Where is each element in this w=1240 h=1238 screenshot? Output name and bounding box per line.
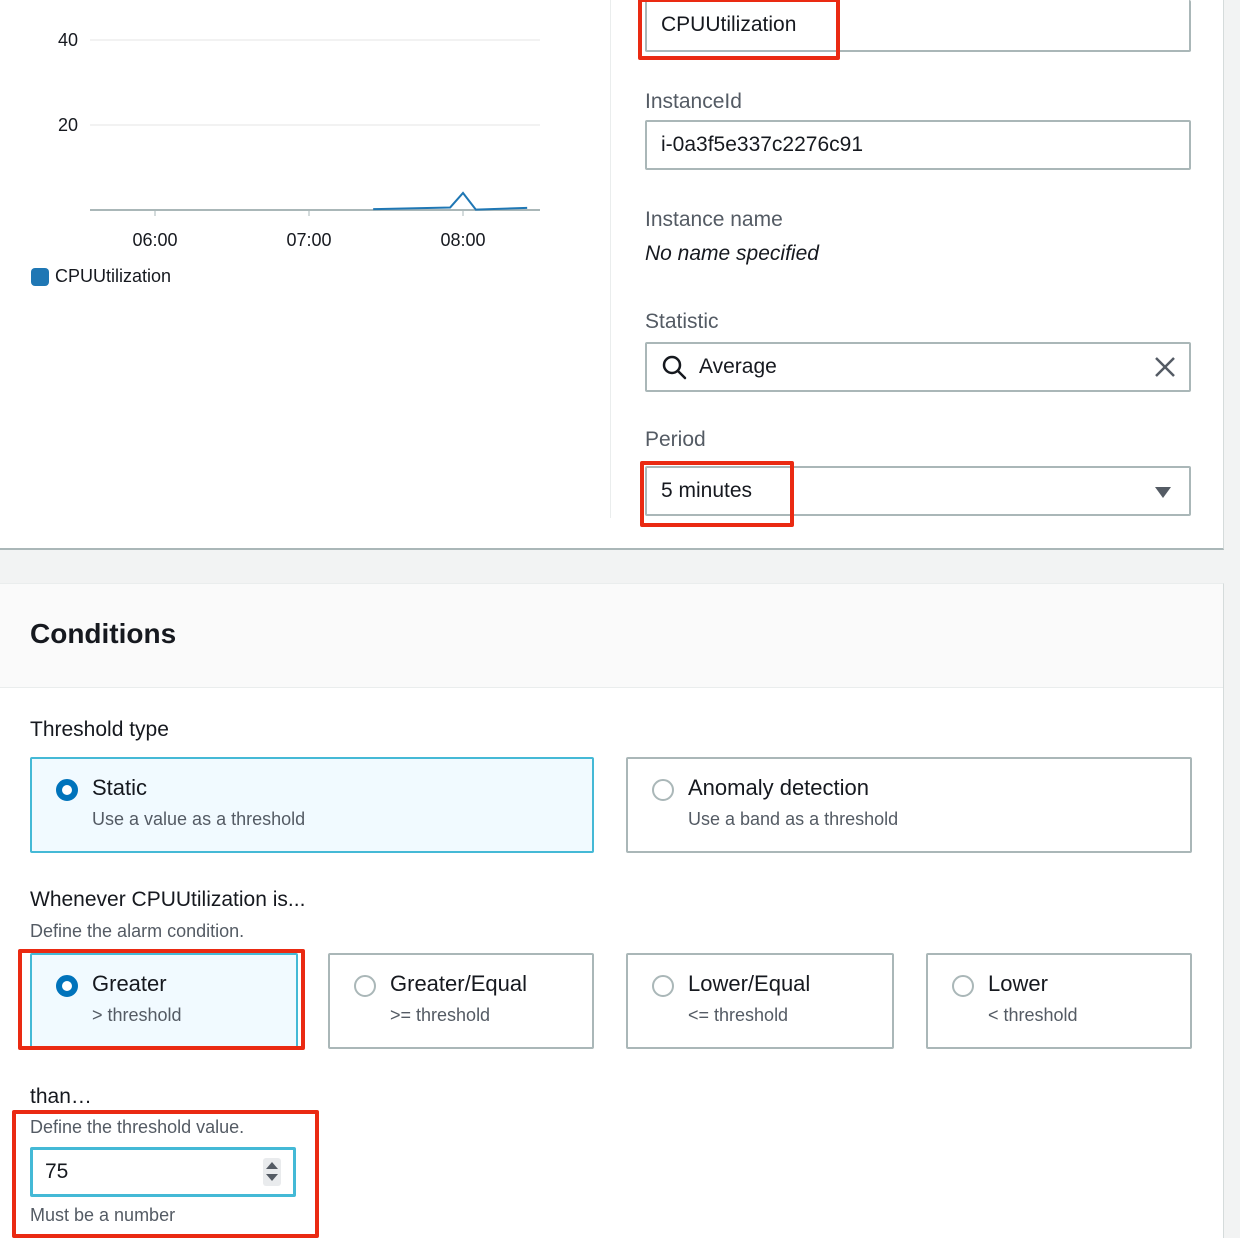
card-title: Anomaly detection [688,775,869,800]
than-label: than… [30,1085,92,1108]
radio-greater[interactable] [56,975,78,997]
operator-lower-equal[interactable]: Lower/Equal <= threshold [626,953,894,1049]
cpu-chart-svg: 20 40 06:00 07:00 08:00 [58,30,540,250]
conditions-header: Conditions [0,584,1223,688]
instance-id-input[interactable]: i-0a3f5e337c2276c91 [645,120,1191,170]
radio-greater-equal[interactable] [354,975,376,997]
y-tick-label: 20 [58,115,78,135]
whenever-label: Whenever CPUUtilization is... [30,888,306,911]
radio-static[interactable] [56,779,78,801]
threshold-hint: Must be a number [30,1205,176,1225]
conditions-title: Conditions [30,618,177,649]
threshold-type-static[interactable]: Static Use a value as a threshold [30,757,594,853]
x-tick-label: 08:00 [440,230,485,250]
period-value: 5 minutes [661,479,753,502]
x-tick-label: 07:00 [286,230,331,250]
operator-greater-equal[interactable]: Greater/Equal >= threshold [328,953,594,1049]
metric-name-value: CPUUtilization [661,13,797,36]
caret-down-icon [1155,487,1171,498]
instance-id-label: InstanceId [645,90,742,113]
card-sub: >= threshold [390,1005,491,1025]
period-select[interactable]: 5 minutes [645,466,1191,516]
card-title: Greater/Equal [390,971,527,996]
metric-name-input[interactable]: CPUUtilization [645,0,1191,52]
legend-swatch [31,267,49,286]
card-sub: Use a value as a threshold [92,809,306,829]
cpu-chart: 20 40 06:00 07:00 08:00 CPUUtilization [0,0,600,300]
card-sub: Use a band as a threshold [688,809,899,829]
card-sub: > threshold [92,1005,182,1025]
threshold-value: 75 [45,1160,69,1183]
metric-panel: 20 40 06:00 07:00 08:00 CPUUtilization CPUUt… [0,0,1224,550]
period-label: Period [645,428,706,451]
operator-lower[interactable]: Lower < threshold [926,953,1192,1049]
search-icon [662,355,687,380]
x-tick-label: 06:00 [132,230,177,250]
y-tick-label: 40 [58,30,78,50]
radio-lower[interactable] [952,975,974,997]
threshold-type-anomaly[interactable]: Anomaly detection Use a band as a thresh… [626,757,1192,853]
instance-id-value: i-0a3f5e337c2276c91 [661,133,864,156]
card-sub: < threshold [988,1005,1078,1025]
than-desc: Define the threshold value. [30,1117,245,1137]
statistic-input[interactable]: Average [645,342,1191,392]
radio-anomaly[interactable] [652,779,674,801]
card-title: Lower/Equal [688,971,811,996]
statistic-label: Statistic [645,310,719,333]
conditions-panel: Conditions Threshold type Static Use a v… [0,583,1224,1238]
instance-name-value: No name specified [645,242,819,265]
card-sub: <= threshold [688,1005,789,1025]
number-stepper[interactable] [263,1158,281,1186]
close-icon[interactable] [1153,355,1177,379]
legend-label: CPUUtilization [55,266,172,286]
chart-legend: CPUUtilization [31,266,171,287]
column-divider [610,0,611,518]
instance-name-label: Instance name [645,208,783,231]
statistic-value: Average [699,355,777,378]
stepper-up-icon[interactable] [266,1162,278,1169]
card-title: Lower [988,971,1048,996]
card-title: Static [92,775,148,800]
series-line-cpuutilization [373,191,528,211]
threshold-type-label: Threshold type [30,718,169,741]
operator-greater[interactable]: Greater > threshold [30,953,298,1049]
radio-lower-equal[interactable] [652,975,674,997]
whenever-desc: Define the alarm condition. [30,921,245,941]
card-title: Greater [92,971,167,996]
threshold-value-input[interactable]: 75 [30,1147,296,1197]
stepper-down-icon[interactable] [266,1174,278,1181]
